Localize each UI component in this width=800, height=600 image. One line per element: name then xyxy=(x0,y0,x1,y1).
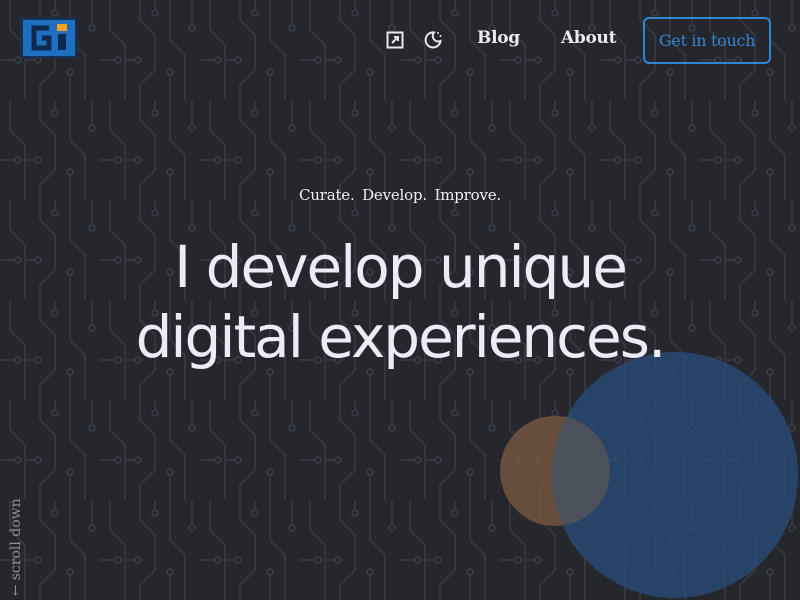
expand-icon[interactable] xyxy=(385,30,405,50)
nav-link-blog[interactable]: Blog xyxy=(477,28,520,48)
nav-link-about[interactable]: About xyxy=(561,28,616,48)
scroll-down-link[interactable]: ← scroll down xyxy=(8,498,24,596)
hero-tagline: Curate. Develop. Improve. xyxy=(299,186,501,204)
get-in-touch-button[interactable]: Get in touch xyxy=(643,17,771,64)
headline-line-2: digital experiences. xyxy=(135,303,667,371)
hero-headline: I develop unique digital experiences. xyxy=(0,232,800,372)
page: Blog About Get in touch Curate. Develop.… xyxy=(0,0,800,600)
decorative-circle-overlap xyxy=(500,416,610,526)
logo-mark-icon xyxy=(31,24,67,51)
scroll-down-label: scroll down xyxy=(8,498,24,581)
theme-toggle-icon[interactable] xyxy=(423,30,443,50)
headline-line-1: I develop unique xyxy=(174,233,628,301)
arrow-left-icon: ← xyxy=(8,584,24,596)
site-logo[interactable] xyxy=(21,18,77,58)
